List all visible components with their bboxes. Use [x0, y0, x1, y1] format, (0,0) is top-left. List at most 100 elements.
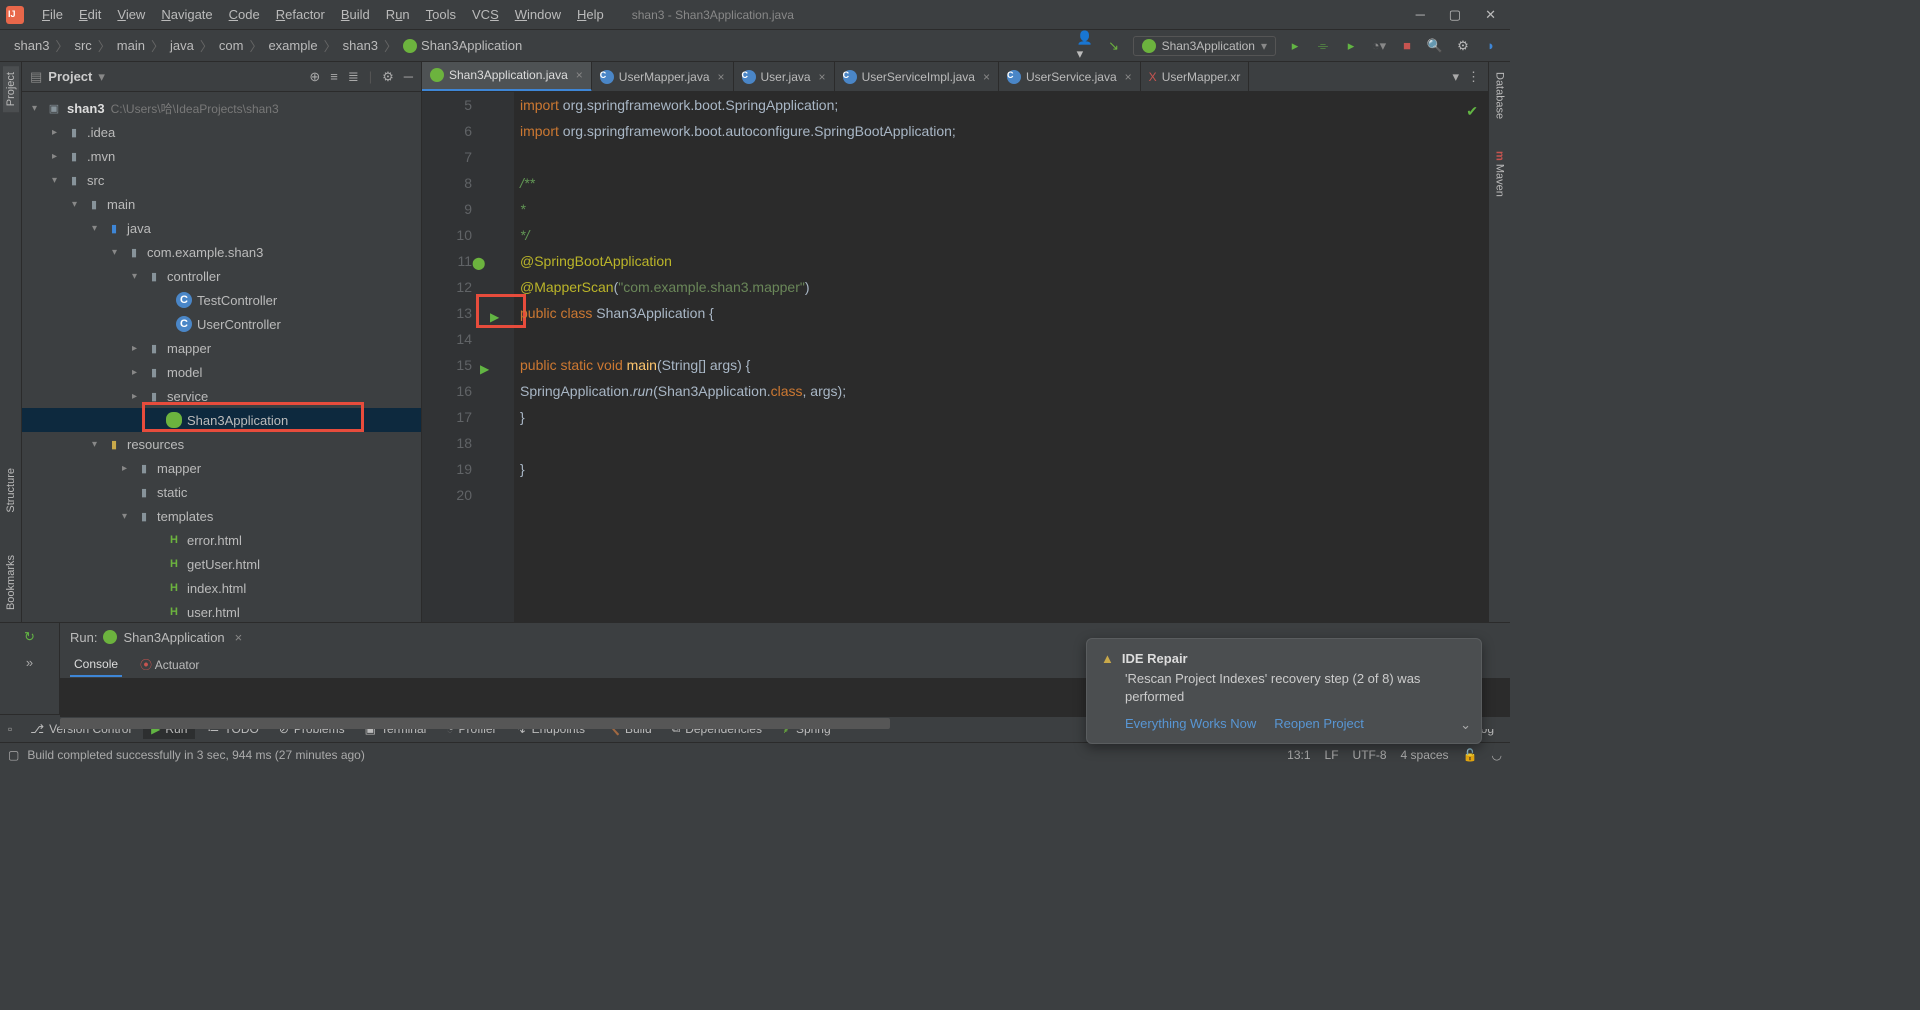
profile-icon[interactable]: ◔▾	[1370, 37, 1388, 55]
status-bar: ▢ Build completed successfully in 3 sec,…	[0, 742, 1510, 766]
collapse-all-icon[interactable]: ≣	[348, 69, 359, 85]
notification-body: 'Rescan Project Indexes' recovery step (…	[1125, 670, 1467, 706]
menu-file[interactable]: File	[34, 3, 71, 26]
status-message: Build completed successfully in 3 sec, 9…	[27, 748, 365, 762]
spring-icon	[403, 39, 417, 53]
status-caret-pos[interactable]: 13:1	[1287, 748, 1310, 762]
project-view-icon: ▤	[30, 69, 42, 85]
tab-database[interactable]: Database	[1492, 66, 1508, 125]
menu-window[interactable]: Window	[507, 3, 569, 26]
menu-vcs[interactable]: VCS	[464, 3, 507, 26]
notification-title: IDE Repair	[1122, 651, 1188, 666]
status-encoding[interactable]: UTF-8	[1353, 748, 1387, 762]
spring-icon	[430, 68, 444, 82]
spring-icon	[1142, 39, 1156, 53]
right-tool-gutter: Database m Maven	[1488, 62, 1510, 622]
select-opened-icon[interactable]: ⊕	[309, 69, 320, 85]
left-tool-gutter: Project Structure Bookmarks	[0, 62, 22, 622]
title-bar: File Edit View Navigate Code Refactor Bu…	[0, 0, 1510, 30]
menu-help[interactable]: Help	[569, 3, 612, 26]
run-title-label: Run:	[70, 630, 97, 645]
tab-usermapper[interactable]: CUserMapper.java×	[592, 62, 734, 92]
expand-all-icon[interactable]: ≡	[330, 69, 338, 85]
annotation-red-box	[142, 402, 364, 432]
tab-project[interactable]: Project	[3, 66, 19, 112]
tab-console[interactable]: Console	[70, 653, 122, 677]
run-config-name: Shan3Application	[123, 630, 224, 645]
tool-window-quick-icon[interactable]: ▫	[8, 722, 12, 736]
tab-user[interactable]: CUser.java×	[734, 62, 835, 92]
gutter-icons[interactable]: ⬤ ▶ ▶	[486, 92, 514, 622]
app-logo-icon	[6, 6, 24, 24]
status-indent[interactable]: 4 spaces	[1401, 748, 1449, 762]
settings-icon[interactable]: ⚙	[1454, 37, 1472, 55]
chevron-down-icon[interactable]: ⌄	[1460, 717, 1471, 733]
crumb-example[interactable]: example	[264, 36, 321, 55]
tab-more-icon[interactable]: ⋮	[1467, 69, 1480, 85]
editor-area: Shan3Application.java× CUserMapper.java×…	[422, 62, 1488, 622]
hide-icon[interactable]: ─	[404, 69, 413, 85]
status-readonly-icon[interactable]: 🔓	[1463, 748, 1478, 762]
crumb-src[interactable]: src	[70, 36, 95, 55]
notification-action-works[interactable]: Everything Works Now	[1125, 716, 1256, 731]
run-config-selector[interactable]: Shan3Application▾	[1133, 36, 1276, 56]
spring-gutter-icon[interactable]: ⬤	[472, 250, 485, 276]
line-numbers: 567891011121314151617181920	[422, 92, 486, 622]
notification-action-reopen[interactable]: Reopen Project	[1274, 716, 1364, 731]
menu-run[interactable]: Run	[378, 3, 418, 26]
menu-view[interactable]: View	[109, 3, 153, 26]
search-icon[interactable]: 🔍	[1426, 37, 1444, 55]
tab-actuator[interactable]: ⦿ Actuator	[136, 652, 203, 677]
hammer-icon[interactable]: ↘	[1105, 37, 1123, 55]
coverage-icon[interactable]: ▸	[1342, 37, 1360, 55]
navigation-bar: shan3〉 src〉 main〉 java〉 com〉 example〉 sh…	[0, 30, 1510, 62]
crumb-main[interactable]: main	[113, 36, 149, 55]
chevron-down-icon[interactable]: ▾	[98, 69, 105, 85]
menu-build[interactable]: Build	[333, 3, 378, 26]
close-icon[interactable]: ×	[576, 68, 583, 82]
more-icon[interactable]: »	[26, 655, 33, 670]
crumb-class[interactable]: Shan3Application	[399, 36, 526, 55]
crumb-java[interactable]: java	[166, 36, 198, 55]
tab-dropdown-icon[interactable]: ▾	[1452, 69, 1459, 85]
tab-userserviceimpl[interactable]: CUserServiceImpl.java×	[835, 62, 999, 92]
crumb-com[interactable]: com	[215, 36, 248, 55]
tab-shan3application[interactable]: Shan3Application.java×	[422, 62, 592, 92]
project-panel: ▤ Project ▾ ⊕ ≡ ≣ | ⚙ ─ ▾▣shan3C:\Users\…	[22, 62, 422, 622]
tab-bookmarks[interactable]: Bookmarks	[3, 549, 19, 616]
menu-tools[interactable]: Tools	[418, 3, 464, 26]
status-widget-icon[interactable]: ◡	[1492, 748, 1502, 762]
status-line-sep[interactable]: LF	[1325, 748, 1339, 762]
gear-icon[interactable]: ⚙	[382, 69, 394, 85]
code-editor[interactable]: ✔ 567891011121314151617181920 ⬤ ▶ ▶ impo…	[422, 92, 1488, 622]
menu-refactor[interactable]: Refactor	[268, 3, 333, 26]
menu-navigate[interactable]: Navigate	[153, 3, 220, 26]
divider-icon: |	[369, 69, 372, 85]
tool-windows-icon[interactable]: ▢	[8, 748, 19, 762]
menu-code[interactable]: Code	[221, 3, 268, 26]
project-tree[interactable]: ▾▣shan3C:\Users\哈\IdeaProjects\shan3 ▸▮.…	[22, 92, 421, 622]
warning-icon: ▲	[1101, 651, 1114, 666]
window-title: shan3 - Shan3Application.java	[632, 8, 794, 22]
user-icon[interactable]: 👤▾	[1077, 37, 1095, 55]
tab-structure[interactable]: Structure	[3, 462, 19, 519]
crumb-root[interactable]: shan3	[10, 36, 53, 55]
stop-icon[interactable]: ■	[1398, 37, 1416, 55]
rerun-icon[interactable]: ↻	[24, 629, 35, 645]
panel-title[interactable]: Project	[48, 69, 92, 84]
run-method-icon[interactable]: ▶	[480, 356, 489, 382]
tab-userservice[interactable]: CUserService.java×	[999, 62, 1141, 92]
minimize-icon[interactable]: ─	[1416, 7, 1425, 23]
close-icon[interactable]: ✕	[1485, 7, 1496, 23]
tab-maven[interactable]: m Maven	[1492, 145, 1508, 203]
debug-icon[interactable]: ⌯	[1314, 37, 1332, 55]
avatar-icon[interactable]: ◗	[1482, 37, 1500, 55]
close-icon[interactable]: ×	[235, 630, 243, 645]
editor-tabs: Shan3Application.java× CUserMapper.java×…	[422, 62, 1488, 92]
menu-edit[interactable]: Edit	[71, 3, 109, 26]
crumb-pkg[interactable]: shan3	[339, 36, 382, 55]
run-icon[interactable]: ▸	[1286, 37, 1304, 55]
maximize-icon[interactable]: ▢	[1449, 7, 1461, 23]
notification-popup: ▲ IDE Repair 'Rescan Project Indexes' rec…	[1086, 638, 1482, 744]
tab-usermapperxml[interactable]: XUserMapper.xr	[1141, 62, 1250, 92]
